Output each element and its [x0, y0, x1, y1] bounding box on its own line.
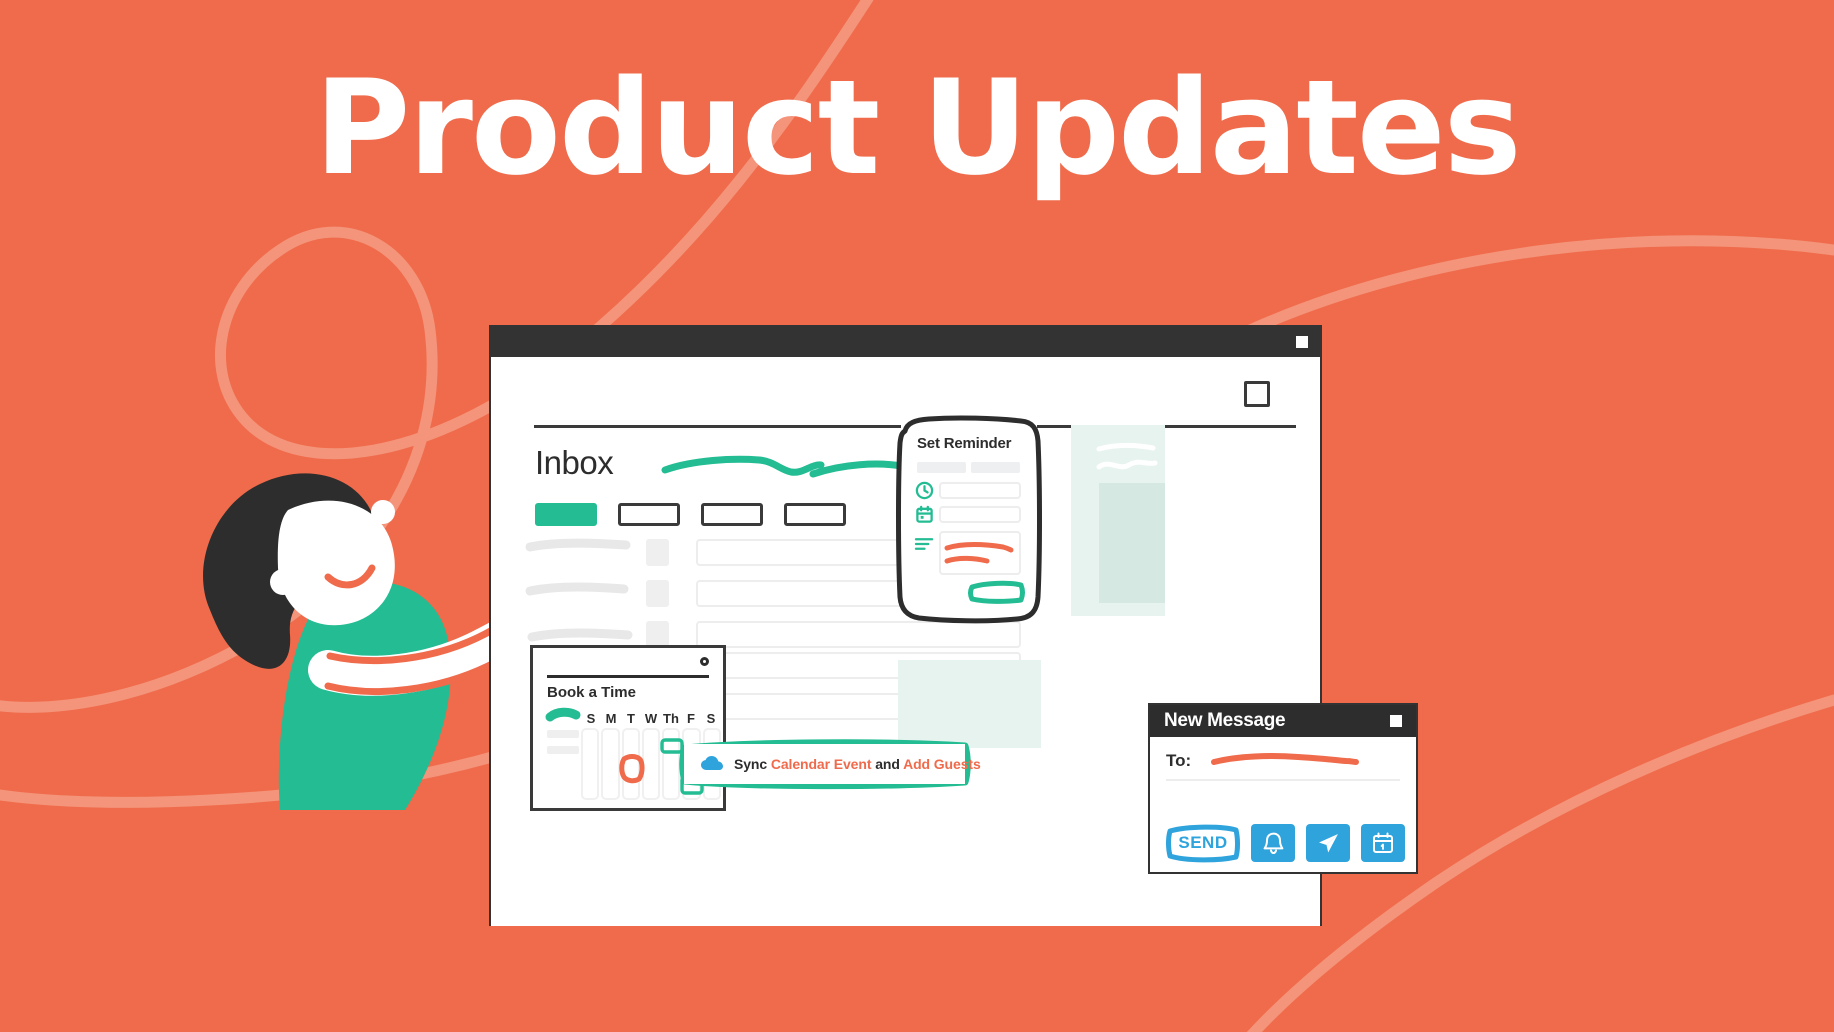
- inbox-tabs: [535, 503, 846, 526]
- sidebar-sketch-items: [525, 538, 633, 642]
- card-divider: [547, 675, 709, 678]
- circle-icon[interactable]: [700, 657, 709, 666]
- day-header: M: [605, 711, 617, 726]
- day-header: S: [586, 711, 596, 726]
- preview-pane-decoration: [1071, 425, 1165, 616]
- reminder-submit-button[interactable]: [968, 580, 1025, 604]
- tab-social[interactable]: [618, 503, 680, 526]
- new-message-window: New Message To: SEND: [1148, 703, 1418, 874]
- day-header: W: [644, 711, 658, 726]
- set-reminder-card: Set Reminder: [896, 415, 1042, 624]
- to-field-scribble[interactable]: [1211, 753, 1359, 769]
- clock-icon: [915, 481, 934, 500]
- tab-primary[interactable]: [535, 503, 597, 526]
- reminder-time-input[interactable]: [939, 482, 1021, 499]
- table-row[interactable]: [646, 621, 1021, 648]
- sync-calendar-bar[interactable]: Sync Calendar Event and Add Guests: [684, 744, 981, 784]
- window-restore-icon[interactable]: [1296, 336, 1308, 348]
- bell-icon: [1263, 832, 1283, 855]
- book-a-time-day-headers: S M T W Th F S: [581, 711, 721, 726]
- row-checkbox[interactable]: [646, 580, 669, 607]
- sync-bar-text: Sync Calendar Event and Add Guests: [734, 756, 981, 772]
- paper-plane-icon: [1318, 833, 1338, 852]
- tab-updates[interactable]: [784, 503, 846, 526]
- window-restore-icon[interactable]: [1390, 715, 1402, 727]
- calendar-icon: [916, 505, 933, 523]
- new-message-actions: SEND: [1166, 824, 1405, 863]
- inbox-squiggle-decoration: [661, 455, 925, 480]
- book-a-time-sidebar-line: [547, 746, 579, 754]
- reminder-chip[interactable]: [917, 462, 966, 473]
- schedule-button[interactable]: [1361, 824, 1405, 862]
- row-checkbox[interactable]: [646, 621, 669, 648]
- inbox-heading: Inbox: [535, 444, 614, 481]
- preview-block-decoration: [898, 660, 1041, 748]
- day-header: T: [627, 711, 635, 726]
- book-a-time-title: Book a Time: [547, 684, 636, 701]
- sync-conjunction: and: [875, 756, 900, 772]
- reminder-note-scribble: [944, 542, 1014, 564]
- to-label: To:: [1166, 751, 1192, 770]
- description-lines-icon: [914, 538, 934, 550]
- calendar-icon: [1373, 832, 1393, 853]
- send-button-label: SEND: [1178, 833, 1228, 852]
- sync-label: Sync: [734, 756, 768, 772]
- selected-slot-tuesday[interactable]: [619, 753, 645, 784]
- book-a-time-sidebar-swatch: [545, 707, 581, 722]
- day-column-sunday[interactable]: [581, 728, 600, 800]
- tab-promotions[interactable]: [701, 503, 763, 526]
- new-message-title: New Message: [1164, 710, 1286, 731]
- add-guests-link[interactable]: Add Guests: [903, 756, 981, 772]
- compose-square-icon[interactable]: [1244, 381, 1270, 407]
- reminder-button[interactable]: [1251, 824, 1295, 862]
- book-a-time-sidebar-line: [547, 730, 579, 738]
- send-button[interactable]: SEND: [1166, 824, 1240, 863]
- reminder-card-title: Set Reminder: [917, 435, 1012, 452]
- character-ear: [270, 569, 296, 595]
- send-now-button[interactable]: [1306, 824, 1350, 862]
- reminder-date-input[interactable]: [939, 506, 1021, 523]
- day-column-monday[interactable]: [601, 728, 620, 800]
- day-header: S: [706, 711, 716, 726]
- reminder-chip[interactable]: [971, 462, 1020, 473]
- day-header: F: [687, 711, 695, 726]
- cloud-icon: [701, 756, 723, 770]
- day-header: Th: [663, 711, 679, 726]
- row-checkbox[interactable]: [646, 539, 669, 566]
- calendar-event-link[interactable]: Calendar Event: [771, 756, 872, 772]
- new-message-body: To: SEND: [1150, 737, 1416, 874]
- row-subject-placeholder: [696, 621, 1021, 648]
- page-title: Product Updates: [314, 51, 1521, 204]
- browser-titlebar: [491, 327, 1320, 357]
- to-field-underline: [1166, 779, 1400, 781]
- character-hair-tie: [371, 500, 395, 524]
- new-message-titlebar: New Message: [1150, 705, 1416, 737]
